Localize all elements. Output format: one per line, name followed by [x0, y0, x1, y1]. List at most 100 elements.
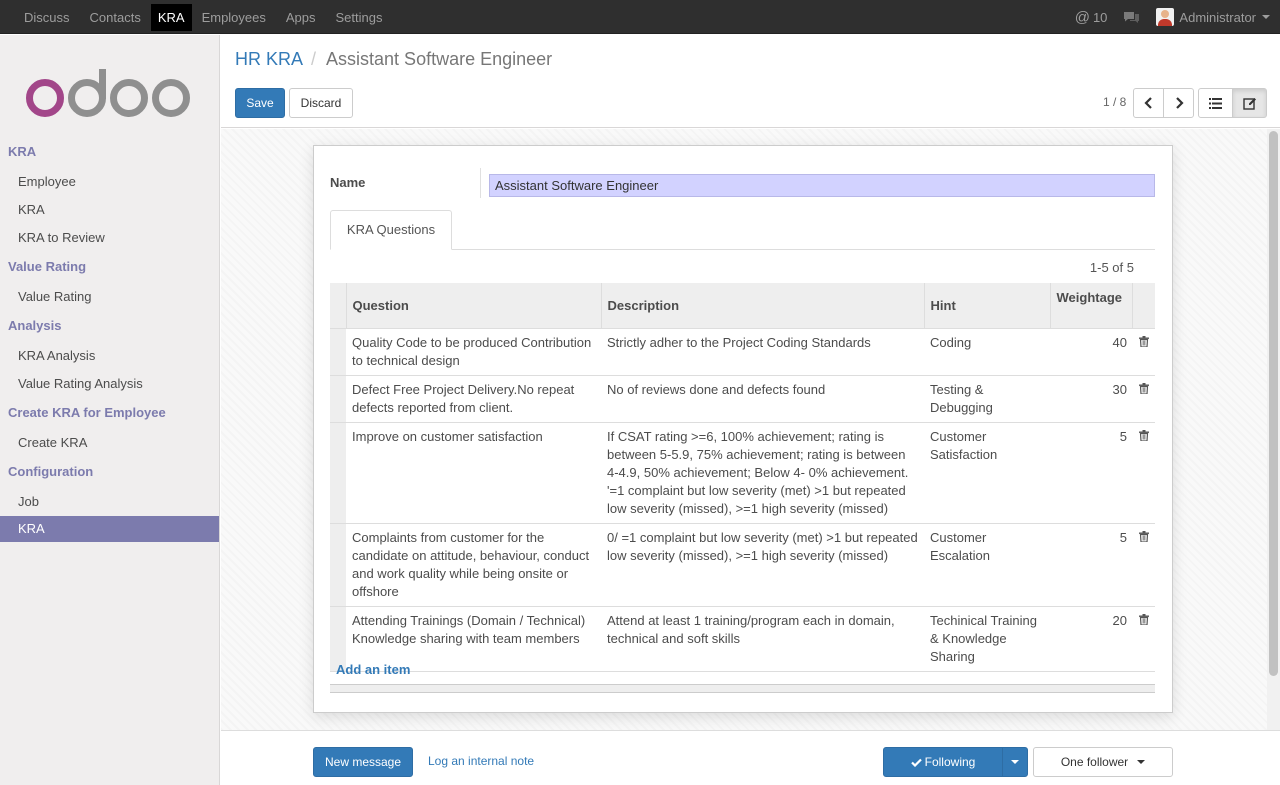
log-note-link[interactable]: Log an internal note — [428, 754, 534, 768]
sidebar-menu: KRA Employee KRA KRA to Review Value Rat… — [0, 140, 219, 542]
following-group: Following — [883, 747, 1028, 777]
delete-row-button[interactable] — [1132, 522, 1155, 606]
cell-description[interactable]: Attend at least 1 training/program each … — [601, 605, 924, 672]
records-count: 1-5 of 5 — [1089, 260, 1134, 275]
section-create-kra: Create KRA for Employee — [8, 405, 166, 420]
odoo-logo[interactable] — [26, 69, 196, 122]
view-switcher — [1198, 88, 1267, 118]
save-button[interactable]: Save — [235, 88, 285, 118]
nav-kra[interactable]: KRA — [150, 4, 192, 31]
delete-row-button[interactable] — [1132, 327, 1155, 375]
table-row[interactable]: Attending Trainings (Domain / Technical)… — [330, 605, 1155, 672]
cell-description[interactable]: If CSAT rating >=6, 100% achievement; ra… — [601, 421, 924, 523]
column-weightage[interactable]: Weightage — [1049, 283, 1132, 328]
new-message-button[interactable]: New message — [313, 747, 413, 777]
chatter: New message Log an internal note Followi… — [221, 730, 1280, 785]
systray: @ 10 Administrator — [1075, 0, 1280, 34]
cell-hint[interactable]: Customer Satisfaction — [924, 421, 1050, 523]
sidebar-item-config-kra[interactable]: KRA — [0, 516, 219, 542]
user-name: Administrator — [1179, 9, 1256, 25]
chat-icon[interactable] — [1123, 11, 1140, 24]
cell-weightage[interactable]: 5 — [1050, 421, 1132, 523]
column-hint[interactable]: Hint — [923, 283, 1050, 328]
table-row[interactable]: Defect Free Project Delivery.No repeat d… — [330, 374, 1155, 422]
nav-discuss[interactable]: Discuss — [14, 4, 80, 31]
delete-row-button[interactable] — [1132, 605, 1155, 672]
form-view: Name KRA Questions 1-5 of 5 Question Des… — [221, 129, 1280, 730]
tab-kra-questions[interactable]: KRA Questions — [330, 210, 452, 250]
sidebar-item-kra[interactable]: KRA — [0, 196, 219, 224]
row-handle[interactable] — [330, 421, 346, 523]
cell-hint[interactable]: Techinical Training & Knowledge Sharing — [924, 605, 1050, 672]
trash-icon — [1138, 335, 1149, 348]
name-input[interactable] — [489, 174, 1155, 197]
cell-weightage[interactable]: 20 — [1050, 605, 1132, 672]
pager-previous-button[interactable] — [1133, 88, 1164, 118]
name-label: Name — [330, 175, 366, 190]
nav-employees[interactable]: Employees — [192, 4, 276, 31]
table-row[interactable]: Improve on customer satisfaction If CSAT… — [330, 421, 1155, 523]
followers-button[interactable]: One follower — [1033, 747, 1173, 777]
cell-hint[interactable]: Customer Escalation — [924, 522, 1050, 606]
caret-down-icon — [1137, 760, 1146, 764]
column-question[interactable]: Question — [345, 283, 601, 328]
sidebar-item-job[interactable]: Job — [0, 488, 219, 516]
cell-description[interactable]: Strictly adher to the Project Coding Sta… — [601, 327, 924, 375]
breadcrumb-current: Assistant Software Engineer — [326, 49, 553, 69]
cell-weightage[interactable]: 40 — [1050, 327, 1132, 375]
handle-header — [330, 283, 346, 328]
row-handle[interactable] — [330, 327, 346, 375]
mentions-count: 10 — [1092, 9, 1108, 25]
nav-apps[interactable]: Apps — [276, 4, 326, 31]
scrollbar-thumb[interactable] — [1269, 131, 1278, 676]
breadcrumb-parent[interactable]: HR KRA — [235, 49, 303, 70]
avatar — [1156, 8, 1175, 26]
sidebar-item-kra-analysis[interactable]: KRA Analysis — [0, 342, 219, 370]
add-item-link[interactable]: Add an item — [336, 662, 410, 677]
cell-hint[interactable]: Coding — [924, 327, 1050, 375]
nav-settings[interactable]: Settings — [326, 4, 393, 31]
discard-button[interactable]: Discard — [289, 88, 353, 118]
sidebar-item-kra-to-review[interactable]: KRA to Review — [0, 224, 219, 252]
cell-description[interactable]: 0/ =1 complaint but low severity (met) >… — [601, 522, 924, 606]
mentions-button[interactable]: @ 10 — [1075, 9, 1108, 26]
cell-question[interactable]: Defect Free Project Delivery.No repeat d… — [346, 374, 601, 422]
sidebar-item-value-rating-analysis[interactable]: Value Rating Analysis — [0, 370, 219, 398]
following-label: Following — [924, 755, 976, 769]
chevron-right-icon — [1175, 97, 1184, 109]
sidebar: KRA Employee KRA KRA to Review Value Rat… — [0, 35, 220, 785]
trash-icon — [1138, 429, 1149, 442]
following-button[interactable]: Following — [883, 747, 1003, 777]
section-configuration: Configuration — [8, 464, 94, 479]
row-handle[interactable] — [330, 374, 346, 422]
delete-row-button[interactable] — [1132, 374, 1155, 422]
cell-description[interactable]: No of reviews done and defects found — [601, 374, 924, 422]
nav-contacts[interactable]: Contacts — [80, 4, 151, 31]
scrollbar[interactable] — [1267, 129, 1280, 730]
list-view-button[interactable] — [1198, 88, 1233, 118]
sidebar-item-create-kra[interactable]: Create KRA — [0, 429, 219, 457]
cell-weightage[interactable]: 30 — [1050, 374, 1132, 422]
sidebar-item-value-rating[interactable]: Value Rating — [0, 283, 219, 311]
cell-weightage[interactable]: 5 — [1050, 522, 1132, 606]
cell-hint[interactable]: Testing & Debugging — [924, 374, 1050, 422]
table-row[interactable]: Complaints from customer for the candida… — [330, 522, 1155, 606]
sidebar-item-employee[interactable]: Employee — [0, 168, 219, 196]
user-menu[interactable]: Administrator — [1156, 8, 1270, 26]
at-icon: @ — [1074, 8, 1090, 26]
delete-header — [1131, 283, 1155, 328]
cell-question[interactable]: Quality Code to be produced Contribution… — [346, 327, 601, 375]
delete-row-button[interactable] — [1132, 421, 1155, 523]
section-analysis: Analysis — [8, 318, 62, 333]
following-dropdown-button[interactable] — [1002, 747, 1028, 777]
name-divider — [480, 168, 481, 198]
breadcrumb: HR KRA / Assistant Software Engineer — [235, 49, 552, 70]
form-view-button[interactable] — [1232, 88, 1267, 118]
cell-question[interactable]: Complaints from customer for the candida… — [346, 522, 601, 606]
column-description[interactable]: Description — [600, 283, 924, 328]
tab-bar-line — [330, 249, 1155, 250]
pager-next-button[interactable] — [1163, 88, 1194, 118]
table-row[interactable]: Quality Code to be produced Contribution… — [330, 327, 1155, 375]
cell-question[interactable]: Improve on customer satisfaction — [346, 421, 601, 523]
row-handle[interactable] — [330, 522, 346, 606]
